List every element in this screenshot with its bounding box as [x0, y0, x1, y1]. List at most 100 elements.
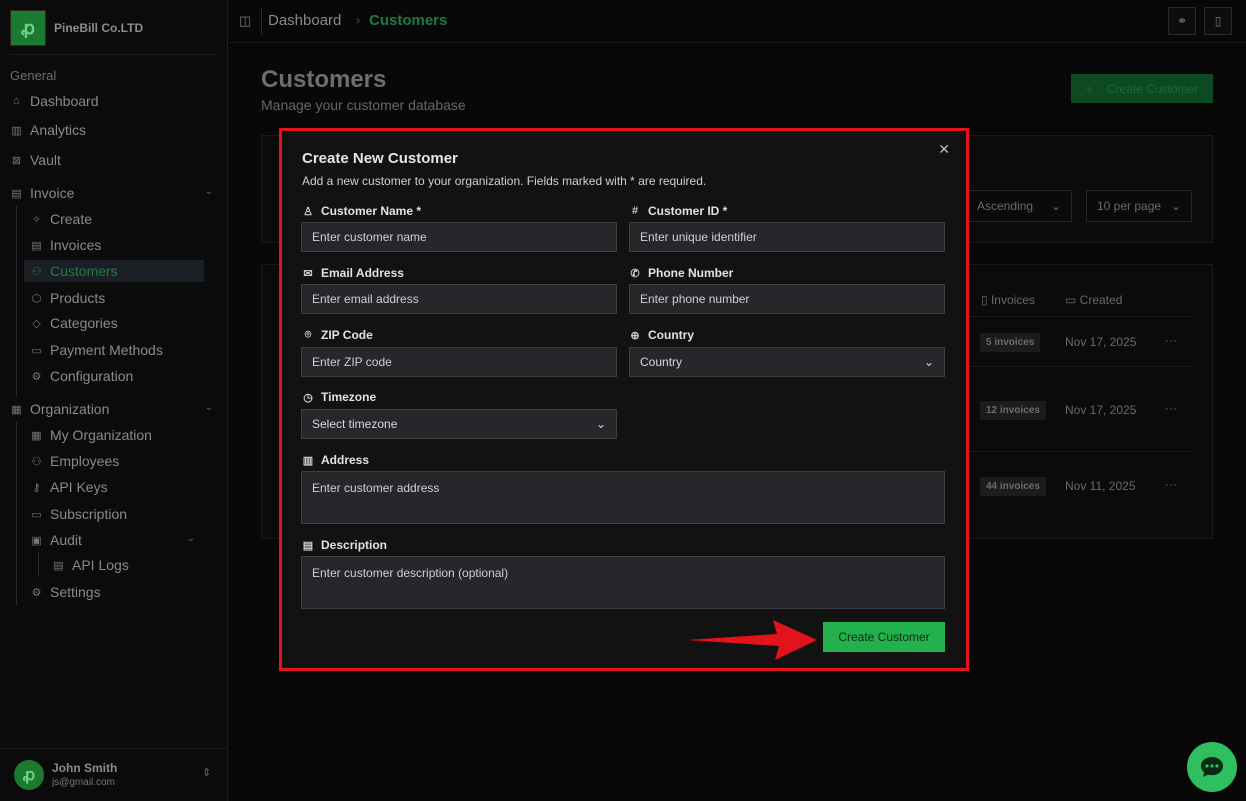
file-text-icon: ▤ [302, 539, 314, 552]
chat-button[interactable] [1187, 742, 1237, 792]
sidebar-item-payment-methods[interactable]: ▭ Payment Methods [30, 339, 163, 361]
user-icon: ♙ [302, 205, 314, 218]
timezone-label: ◷Timezone [302, 390, 376, 404]
per-page-select[interactable]: 10 per page⌄ [1086, 190, 1192, 222]
sidebar-item-employees[interactable]: ⚇Employees [30, 450, 119, 472]
divider [960, 316, 1192, 317]
sidebar-item-vault[interactable]: ⊠ Vault [10, 149, 61, 171]
label: Email Address [321, 266, 404, 280]
sidebar-item-settings[interactable]: ⚙ Settings [30, 581, 101, 603]
create-customer-submit-button[interactable]: Create Customer [823, 622, 945, 652]
row-actions-icon[interactable]: ··· [1165, 333, 1177, 347]
chevron-down-icon[interactable]: ⌄ [187, 533, 195, 544]
sidebar-group-organization[interactable]: ▦ Organization [10, 398, 109, 420]
close-icon[interactable]: ✕ [938, 141, 950, 158]
map-pin-icon: ⌾ [302, 329, 314, 342]
card-icon: ▭ [30, 508, 43, 521]
create-customer-dialog: Create New Customer Add a new customer t… [279, 128, 969, 671]
credit-card-icon: ▭ [30, 344, 43, 357]
label: Analytics [30, 122, 86, 138]
label: Create Customer [1107, 82, 1198, 96]
breadcrumb-current: Customers [369, 12, 447, 29]
sidebar-item-create[interactable]: ✧Create [30, 208, 92, 230]
globe-icon: ⊕ [629, 329, 641, 342]
calendar-icon: ▭ [1065, 293, 1080, 307]
email-input[interactable] [301, 284, 617, 314]
chevron-down-icon: ⌄ [1171, 199, 1181, 213]
phone-icon: ✆ [629, 267, 641, 280]
address-label: ▥Address [302, 453, 369, 467]
audit-icon: ▣ [30, 534, 43, 547]
map-icon: ▥ [302, 454, 314, 467]
sidebar-item-my-organization[interactable]: ▦My Organization [30, 424, 152, 446]
sidebar-item-api-logs[interactable]: ▤ API Logs [52, 554, 129, 576]
country-select[interactable]: Country⌄ [629, 347, 945, 377]
row-actions-icon[interactable]: ··· [1165, 477, 1177, 491]
sidebar-item-api-keys[interactable]: ⚷API Keys [30, 476, 108, 498]
book-icon-button[interactable]: ▯ [1204, 7, 1232, 35]
sidebar-item-categories[interactable]: ◇Categories [30, 312, 118, 334]
gear-icon: ⚙ [30, 586, 43, 599]
clock-icon: ◷ [302, 391, 314, 404]
sidebar-toggle-icon[interactable]: ◫ [239, 13, 251, 29]
description-label: ▤Description [302, 538, 387, 552]
breadcrumb-root[interactable]: Dashboard [268, 12, 341, 29]
sidebar-item-subscription[interactable]: ▭Subscription [30, 503, 127, 525]
label: ZIP Code [321, 328, 373, 342]
chevron-down-icon: ⌄ [596, 417, 606, 431]
sidebar-item-configuration[interactable]: ⚙Configuration [30, 365, 133, 387]
header-invoices: ▯ Invoices [981, 293, 1035, 307]
label: API Logs [72, 557, 129, 573]
timezone-select[interactable]: Select timezone⌄ [301, 409, 617, 439]
label: Vault [30, 152, 61, 168]
zip-input[interactable] [301, 347, 617, 377]
email-label: ✉ Email Address [302, 266, 404, 280]
address-textarea[interactable] [301, 471, 945, 524]
label: Customer ID * [648, 204, 727, 218]
user-cog-icon: ⚇ [30, 455, 43, 468]
divider [960, 451, 1192, 452]
customer-id-input[interactable] [629, 222, 945, 252]
dialog-subtitle: Add a new customer to your organization.… [302, 174, 706, 188]
brand-name: PineBill Co.LTD [54, 21, 143, 35]
file-icon: ▯ [981, 293, 991, 307]
create-customer-button[interactable]: +Create Customer [1071, 74, 1213, 103]
sidebar-item-products[interactable]: ⬡Products [30, 287, 105, 309]
value: Country [640, 355, 682, 369]
user-name: John Smith [52, 761, 117, 775]
sidebar-group-audit[interactable]: ▣Audit [30, 529, 82, 551]
arrow-annotation-icon [687, 618, 817, 662]
chevrons-up-down-icon[interactable]: ⇕ [202, 766, 211, 779]
link-icon-button[interactable]: ⚭ [1168, 7, 1196, 35]
sort-order-select[interactable]: Ascending⌄ [966, 190, 1072, 222]
label: Organization [30, 401, 109, 417]
sidebar-item-analytics[interactable]: ▥ Analytics [10, 119, 86, 141]
label: Dashboard [30, 93, 99, 109]
avatar[interactable]: ꝓ [14, 760, 44, 790]
chevron-down-icon[interactable]: ⌄ [205, 402, 213, 413]
scroll-icon: ▤ [52, 559, 65, 572]
tree-line [16, 206, 17, 396]
sidebar-group-invoice[interactable]: ▤Invoice [10, 182, 220, 204]
created-date: Nov 11, 2025 [1065, 479, 1136, 493]
label: My Organization [50, 427, 152, 443]
label: Payment Methods [50, 342, 163, 358]
description-textarea[interactable] [301, 556, 945, 609]
vault-icon: ⊠ [10, 154, 23, 167]
header-created: ▭ Created [1065, 293, 1122, 307]
sidebar-item-dashboard[interactable]: ⌂Dashboard [10, 90, 99, 112]
customer-name-input[interactable] [301, 222, 617, 252]
divider [960, 366, 1192, 367]
value: Ascending [977, 199, 1033, 213]
phone-input[interactable] [629, 284, 945, 314]
mail-icon: ✉ [302, 267, 314, 280]
created-date: Nov 17, 2025 [1065, 403, 1136, 417]
chart-icon: ▥ [10, 124, 23, 137]
label: Settings [50, 584, 101, 600]
chevron-down-icon[interactable]: ⌄ [205, 186, 213, 197]
building-icon: ▦ [10, 403, 23, 416]
sidebar-item-customers[interactable]: ⚇Customers [24, 260, 204, 282]
sidebar-item-invoices[interactable]: ▤Invoices [30, 234, 101, 256]
row-actions-icon[interactable]: ··· [1165, 401, 1177, 415]
label: Customer Name * [321, 204, 421, 218]
